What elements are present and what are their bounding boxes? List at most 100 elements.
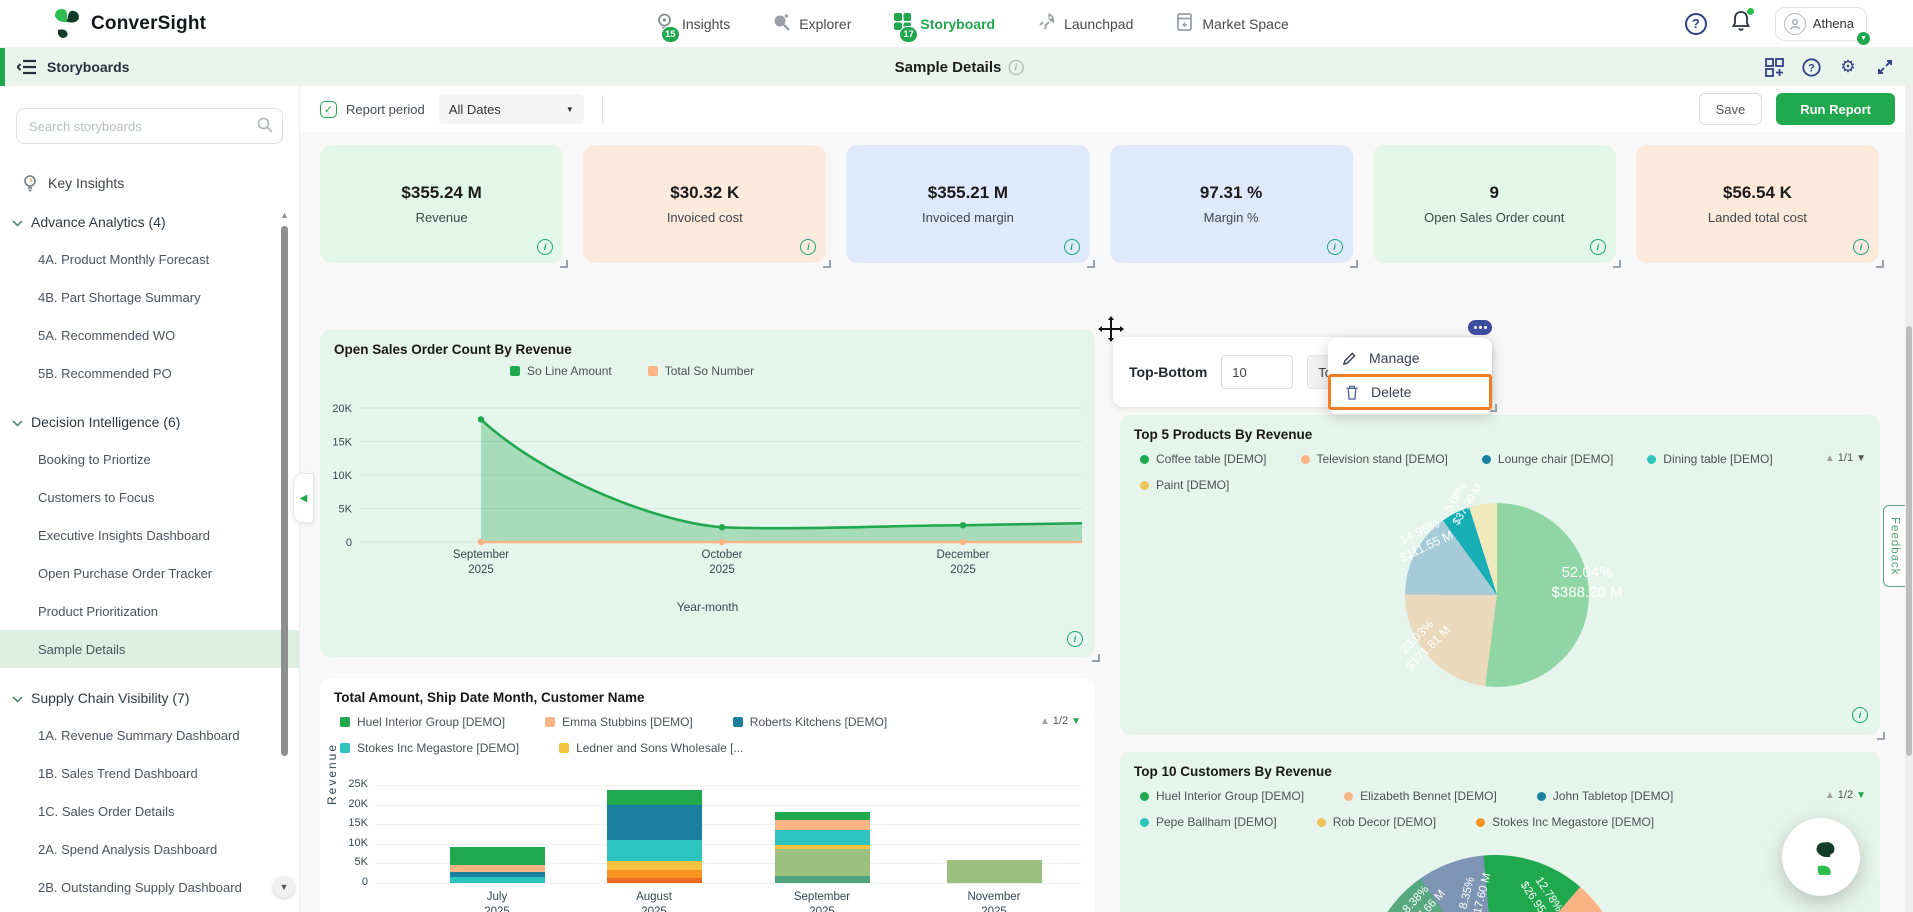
legend-item-huel-interior-group-demo[interactable]: Huel Interior Group [DEMO] xyxy=(340,715,505,729)
bar-segment[interactable] xyxy=(775,849,870,875)
stacked-bar-november-2025[interactable] xyxy=(947,860,1042,883)
legend-item-paint-demo[interactable]: Paint [DEMO] xyxy=(1140,478,1229,492)
notifications-button[interactable] xyxy=(1731,10,1751,37)
kpi-resize-handle[interactable] xyxy=(1087,260,1095,268)
kpi-resize-handle[interactable] xyxy=(823,260,831,268)
sidebar-collapse-button[interactable]: ◀ xyxy=(293,473,314,523)
bar-segment[interactable] xyxy=(607,805,702,839)
storyboards-toggle[interactable]: Storyboards xyxy=(5,59,129,75)
help-icon[interactable]: ? xyxy=(1685,13,1707,35)
sidebar-scroll-down-button[interactable]: ▼ xyxy=(273,876,295,898)
sidebar-item-1b-sales-trend-dashboard[interactable]: 1B. Sales Trend Dashboard xyxy=(0,754,299,792)
kpi-card-revenue[interactable]: $355.24 MRevenuei xyxy=(320,145,563,263)
bar-segment[interactable] xyxy=(450,847,545,865)
sidebar-item-booking-to-priortize[interactable]: Booking to Priortize xyxy=(0,440,299,478)
bar-segment[interactable] xyxy=(450,877,545,882)
line-chart-resize-handle[interactable] xyxy=(1092,654,1100,662)
menu-item-delete[interactable]: Delete xyxy=(1328,374,1492,410)
kpi-resize-handle[interactable] xyxy=(1613,260,1621,268)
kpi-info-icon[interactable]: i xyxy=(1590,239,1606,255)
search-input[interactable] xyxy=(16,108,283,144)
stacked-bar-august-2025[interactable] xyxy=(607,790,702,883)
sidebar-item-1c-sales-order-details[interactable]: 1C. Sales Order Details xyxy=(0,792,299,830)
search-icon[interactable] xyxy=(257,117,273,138)
sidebar-item-2b-outstanding-supply-dashboard[interactable]: 2B. Outstanding Supply Dashboard xyxy=(0,868,299,906)
report-period-select[interactable]: All Dates ▼ xyxy=(439,94,584,124)
move-cursor-icon[interactable] xyxy=(1098,316,1124,342)
bar-segment[interactable] xyxy=(607,870,702,878)
athena-chat-button[interactable] xyxy=(1782,818,1860,896)
legend-item-roberts-kitchens-demo[interactable]: Roberts Kitchens [DEMO] xyxy=(733,715,887,729)
sidebar-item-5a-recommended-wo[interactable]: 5A. Recommended WO xyxy=(0,316,299,354)
kpi-card-open-sales-order-count[interactable]: 9Open Sales Order counti xyxy=(1373,145,1616,263)
legend-item-stokes-inc-megastore-demo[interactable]: Stokes Inc Megastore [DEMO] xyxy=(340,741,519,755)
sidebar-item-4b-part-shortage-summary[interactable]: 4B. Part Shortage Summary xyxy=(0,278,299,316)
legend-item-pepe-ballham-demo[interactable]: Pepe Ballham [DEMO] xyxy=(1140,815,1277,829)
kpi-card-invoiced-cost[interactable]: $30.32 KInvoiced costi xyxy=(583,145,826,263)
pager-up-icon[interactable]: ▲ xyxy=(1825,453,1835,464)
sidebar-item-5b-recommended-po[interactable]: 5B. Recommended PO xyxy=(0,354,299,392)
run-report-button[interactable]: Run Report xyxy=(1776,93,1895,125)
bar-segment[interactable] xyxy=(607,878,702,883)
save-button[interactable]: Save xyxy=(1699,93,1763,125)
kpi-info-icon[interactable]: i xyxy=(800,239,816,255)
nav-item-explorer[interactable]: Explorer xyxy=(772,0,851,48)
stacked-bar-september-2025[interactable] xyxy=(775,812,870,883)
kpi-resize-handle[interactable] xyxy=(1876,260,1884,268)
sidebar-group-supply-chain-visibility-7[interactable]: Supply Chain Visibility (7) xyxy=(12,684,299,712)
pager-down-icon[interactable]: ▼ xyxy=(1071,716,1081,727)
kpi-card-invoiced-margin[interactable]: $355.21 MInvoiced margini xyxy=(846,145,1089,263)
pager-up-icon[interactable]: ▲ xyxy=(1040,716,1050,727)
bar-segment[interactable] xyxy=(775,830,870,846)
bar-segment[interactable] xyxy=(775,876,870,883)
kpi-card-landed-total-cost[interactable]: $56.54 KLanded total costi xyxy=(1636,145,1879,263)
kpi-info-icon[interactable]: i xyxy=(1064,239,1080,255)
sidebar-item-customers-to-focus[interactable]: Customers to Focus xyxy=(0,478,299,516)
bar-segment[interactable] xyxy=(450,865,545,873)
feedback-tab[interactable]: Feedback xyxy=(1883,505,1905,587)
legend-item-dining-table-demo[interactable]: Dining table [DEMO] xyxy=(1647,452,1772,466)
sidebar-item-1a-revenue-summary-dashboard[interactable]: 1A. Revenue Summary Dashboard xyxy=(0,716,299,754)
legend-item-television-stand-demo[interactable]: Television stand [DEMO] xyxy=(1301,452,1448,466)
bar-segment[interactable] xyxy=(607,861,702,870)
legend-item-huel-interior-group-demo[interactable]: Huel Interior Group [DEMO] xyxy=(1140,789,1304,803)
legend-item-lounge-chair-demo[interactable]: Lounge chair [DEMO] xyxy=(1482,452,1613,466)
sidebar-item-key-insights[interactable]: Key Insights xyxy=(22,174,299,192)
storyboard-help-icon[interactable]: ? xyxy=(1801,57,1821,77)
sidebar-item-open-purchase-order-tracker[interactable]: Open Purchase Order Tracker xyxy=(0,554,299,592)
stacked-bar-july-2025[interactable] xyxy=(450,847,545,883)
menu-item-manage[interactable]: Manage xyxy=(1328,342,1492,374)
top5-resize-handle[interactable] xyxy=(1877,732,1885,740)
kpi-resize-handle[interactable] xyxy=(560,260,568,268)
legend-item-rob-decor-demo[interactable]: Rob Decor [DEMO] xyxy=(1317,815,1436,829)
legend-item-elizabeth-bennet-demo[interactable]: Elizabeth Bennet [DEMO] xyxy=(1344,789,1497,803)
kpi-info-icon[interactable]: i xyxy=(537,239,553,255)
sidebar-group-decision-intelligence-6[interactable]: Decision Intelligence (6) xyxy=(12,408,299,436)
legend-item-john-tabletop-demo[interactable]: John Tabletop [DEMO] xyxy=(1537,789,1674,803)
pager-down-icon[interactable]: ▼ xyxy=(1856,453,1866,464)
bar-segment[interactable] xyxy=(775,820,870,829)
fullscreen-icon[interactable] xyxy=(1875,57,1895,77)
bar-segment[interactable] xyxy=(775,812,870,820)
nav-item-insights[interactable]: Insights15 xyxy=(655,0,730,48)
add-widget-icon[interactable] xyxy=(1764,57,1784,77)
kpi-info-icon[interactable]: i xyxy=(1327,239,1343,255)
nav-item-market-space[interactable]: Market Space xyxy=(1175,0,1288,48)
pager-down-icon[interactable]: ▼ xyxy=(1856,790,1866,801)
bar-segment[interactable] xyxy=(607,790,702,805)
nav-item-storyboard[interactable]: Storyboard17 xyxy=(893,0,995,48)
sidebar-item-executive-insights-dashboard[interactable]: Executive Insights Dashboard xyxy=(0,516,299,554)
legend-item-emma-stubbins-demo[interactable]: Emma Stubbins [DEMO] xyxy=(545,715,693,729)
user-menu[interactable]: Athena ▼ xyxy=(1775,7,1867,41)
sidebar-item-4a-product-monthly-forecast[interactable]: 4A. Product Monthly Forecast xyxy=(0,240,299,278)
report-period-checkbox[interactable]: ✓ xyxy=(320,101,337,118)
page-scrollbar-thumb[interactable] xyxy=(1906,326,1912,756)
kpi-info-icon[interactable]: i xyxy=(1853,239,1869,255)
legend-item-stokes-inc-megastore-demo[interactable]: Stokes Inc Megastore [DEMO] xyxy=(1476,815,1654,829)
kpi-card-margin[interactable]: 97.31 %Margin %i xyxy=(1110,145,1353,263)
sidebar-scroll-up-icon[interactable]: ▲ xyxy=(280,210,289,220)
bar-segment[interactable] xyxy=(607,840,702,862)
page-info-icon[interactable]: i xyxy=(1008,60,1023,75)
top5-info-icon[interactable]: i xyxy=(1852,707,1868,723)
kpi-resize-handle[interactable] xyxy=(1350,260,1358,268)
